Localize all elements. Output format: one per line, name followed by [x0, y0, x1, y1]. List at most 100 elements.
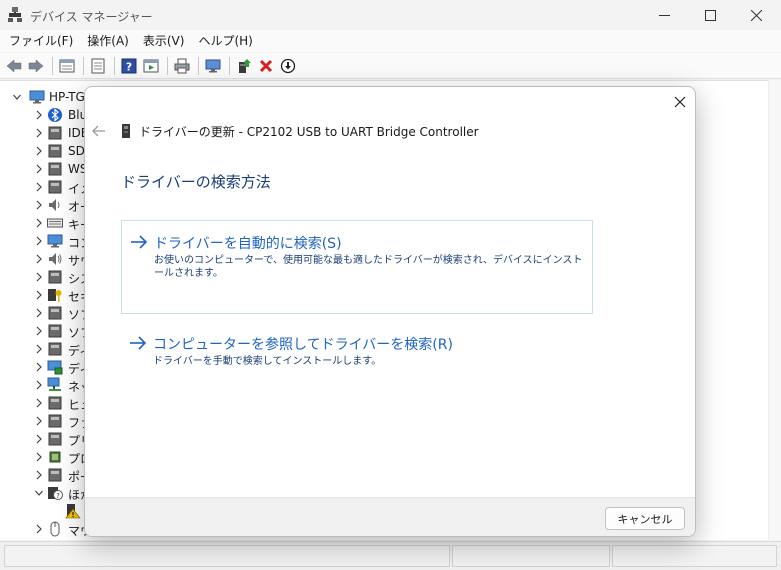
- ports-icon: [47, 467, 63, 483]
- security-device-icon: [47, 287, 63, 303]
- title-bar: デバイス マネージャー: [0, 0, 781, 30]
- software-component-icon: [47, 305, 63, 321]
- unknown-device-warning-icon: [65, 503, 81, 519]
- usb-device-icon: [121, 123, 131, 139]
- toolbar-separator: [52, 56, 53, 75]
- forward-button[interactable]: [26, 56, 46, 76]
- cancel-button[interactable]: キャンセル: [605, 507, 685, 530]
- minimize-button[interactable]: [641, 0, 687, 30]
- keyboard-icon: [47, 215, 63, 231]
- update-driver-button[interactable]: [88, 56, 108, 76]
- software-device-icon: [47, 323, 63, 339]
- chevron-down-icon[interactable]: [12, 91, 22, 103]
- maximize-button[interactable]: [687, 0, 733, 30]
- chevron-right-icon[interactable]: [34, 271, 44, 283]
- chevron-right-icon[interactable]: [34, 523, 44, 535]
- ide-controller-icon: [47, 125, 63, 141]
- back-button[interactable]: [4, 56, 24, 76]
- close-icon: [674, 96, 686, 108]
- update-driver-icon: [91, 58, 105, 73]
- chevron-right-icon[interactable]: [34, 343, 44, 355]
- tree-item-label: SD: [68, 144, 85, 158]
- chevron-right-icon[interactable]: [34, 199, 44, 211]
- print-queue-icon: [47, 431, 63, 447]
- chevron-right-icon[interactable]: [34, 325, 44, 337]
- window-title: デバイス マネージャー: [30, 10, 153, 24]
- disable-device-button[interactable]: [278, 56, 298, 76]
- menu-file[interactable]: ファイル(F): [0, 30, 80, 52]
- arrow-right-icon: [130, 234, 148, 250]
- toolbar-separator: [83, 56, 84, 75]
- sound-icon: [47, 251, 63, 267]
- menu-view[interactable]: 表示(V): [136, 30, 192, 52]
- forward-icon: [28, 58, 44, 73]
- chevron-right-icon[interactable]: [34, 451, 44, 463]
- view-button[interactable]: [141, 56, 161, 76]
- chevron-right-icon[interactable]: [34, 235, 44, 247]
- wsd-printer-icon: [47, 161, 63, 177]
- back-arrow-button[interactable]: [91, 123, 107, 139]
- other-devices-icon: ?: [47, 485, 63, 501]
- toolbar-separator: [167, 56, 168, 75]
- download-icon: [280, 58, 296, 73]
- close-button[interactable]: [733, 0, 779, 30]
- print-button[interactable]: [172, 56, 192, 76]
- chevron-right-icon[interactable]: [34, 397, 44, 409]
- add-driver-icon: [239, 58, 251, 73]
- chevron-right-icon[interactable]: [34, 109, 44, 121]
- network-adapter-icon: [47, 377, 63, 393]
- chevron-right-icon[interactable]: [34, 127, 44, 139]
- hid-icon: [47, 395, 63, 411]
- toolbar: ?: [0, 53, 781, 79]
- search-automatically-option[interactable]: ドライバーを自動的に検索(S) お使いのコンピューターで、使用可能な最も適したド…: [121, 220, 593, 314]
- print-icon: [174, 58, 190, 73]
- chevron-right-icon[interactable]: [34, 415, 44, 427]
- monitor-icon: [205, 59, 221, 72]
- update-driver-dialog: ドライバーの更新 - CP2102 USB to UART Bridge Con…: [84, 86, 696, 537]
- chevron-down-icon[interactable]: [34, 487, 44, 499]
- help-button[interactable]: ?: [119, 56, 139, 76]
- chevron-right-icon[interactable]: [34, 181, 44, 193]
- help-icon: ?: [121, 58, 137, 73]
- computer-icon: [47, 233, 63, 249]
- firmware-icon: [47, 413, 63, 429]
- toolbar-separator: [114, 56, 115, 75]
- chevron-right-icon[interactable]: [34, 163, 44, 175]
- menu-bar: ファイル(F) 操作(A) 表示(V) ヘルプ(H): [0, 30, 781, 52]
- view-icon: [143, 59, 159, 72]
- chevron-right-icon[interactable]: [34, 469, 44, 481]
- properties-icon: [59, 59, 75, 72]
- bluetooth-icon: [47, 107, 63, 123]
- back-icon: [6, 58, 22, 73]
- uninstall-button[interactable]: [256, 56, 276, 76]
- chevron-right-icon[interactable]: [34, 433, 44, 445]
- dialog-close-button[interactable]: [671, 93, 689, 111]
- chevron-right-icon[interactable]: [34, 253, 44, 265]
- system-device-icon: [47, 269, 63, 285]
- toolbar-separator: [229, 56, 230, 75]
- scan-hardware-button[interactable]: [203, 56, 223, 76]
- status-cell: [4, 545, 450, 567]
- chevron-right-icon[interactable]: [34, 289, 44, 301]
- dialog-header-title: ドライバーの更新 - CP2102 USB to UART Bridge Con…: [139, 125, 479, 139]
- status-cell: [612, 545, 777, 567]
- uninstall-icon: [259, 59, 273, 72]
- chevron-right-icon[interactable]: [34, 361, 44, 373]
- chevron-right-icon[interactable]: [34, 145, 44, 157]
- device-manager-window: デバイス マネージャー ファイル(F) 操作(A) 表示(V) ヘルプ(H) ?…: [0, 0, 781, 570]
- chevron-right-icon[interactable]: [34, 307, 44, 319]
- vertical-scrollbar[interactable]: [768, 80, 781, 540]
- svg-text:?: ?: [56, 492, 60, 500]
- add-driver-button[interactable]: [234, 56, 254, 76]
- back-arrow-icon: [92, 125, 105, 137]
- chevron-right-icon[interactable]: [34, 217, 44, 229]
- disk-drive-icon: [47, 341, 63, 357]
- mouse-icon: [47, 521, 63, 537]
- browse-computer-option[interactable]: コンピューターを参照してドライバーを検索(R) ドライバーを手動で検索してインス…: [121, 322, 593, 382]
- svg-text:?: ?: [126, 60, 132, 73]
- menu-help[interactable]: ヘルプ(H): [191, 30, 259, 52]
- properties-button[interactable]: [57, 56, 77, 76]
- menu-action[interactable]: 操作(A): [80, 30, 136, 52]
- sd-host-icon: [47, 143, 63, 159]
- chevron-right-icon[interactable]: [34, 379, 44, 391]
